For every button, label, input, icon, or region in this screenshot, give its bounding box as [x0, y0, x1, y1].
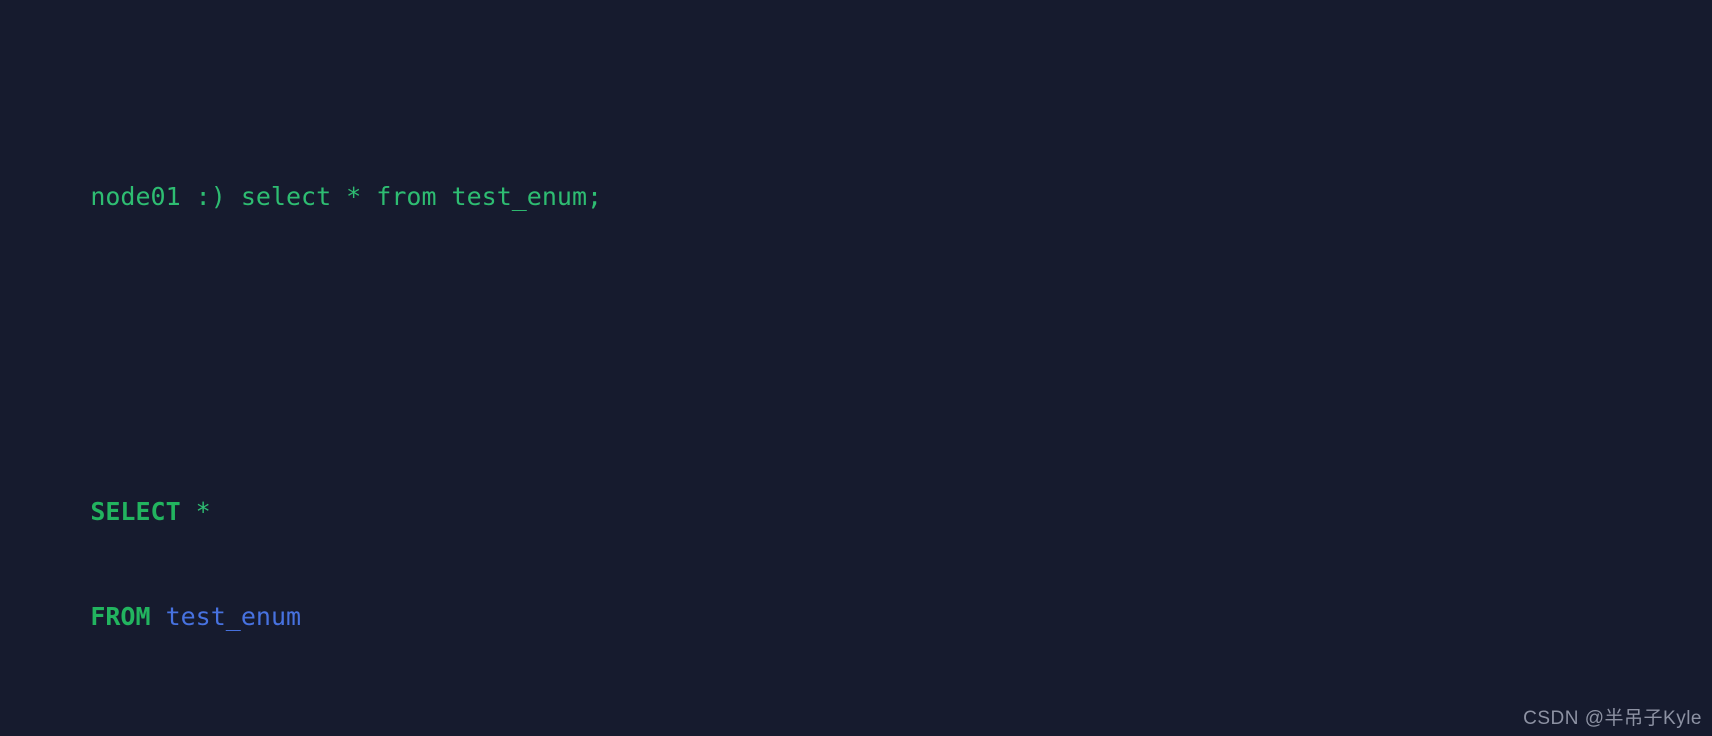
spacer-line-1 — [0, 284, 1712, 319]
spacer-line-2 — [0, 704, 1712, 736]
prompt-line: node01 :) select * from test_enum; — [0, 144, 1712, 211]
echoed-select-line: SELECT * — [0, 459, 1712, 526]
csdn-watermark: CSDN @半吊子Kyle — [1523, 708, 1702, 729]
sql-table-name: test_enum — [150, 602, 302, 631]
terminal-output: node01 :) select * from test_enum; SELEC… — [0, 4, 1712, 736]
echoed-from-line: FROM test_enum — [0, 564, 1712, 631]
prompt-text: node01 :) select * from test_enum; — [90, 182, 603, 211]
sql-star: * — [180, 497, 211, 526]
sql-keyword-select: SELECT — [90, 497, 181, 526]
terminal-window[interactable]: node01 :) select * from test_enum; SELEC… — [0, 0, 1712, 736]
sql-keyword-from: FROM — [90, 602, 151, 631]
